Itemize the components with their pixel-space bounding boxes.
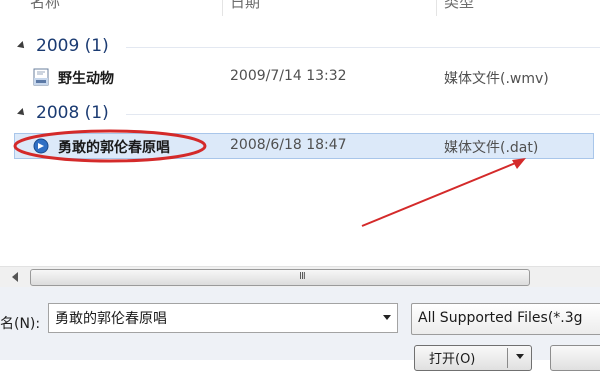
- column-header-name[interactable]: 名称: [30, 0, 60, 12]
- file-type-filter-label: All Supported Files(*.3g: [418, 310, 583, 326]
- file-type: 媒体文件(.wmv): [444, 71, 549, 87]
- file-type-filter[interactable]: All Supported Files(*.3g: [411, 303, 600, 335]
- file-date: 2008/6/18 18:47: [230, 137, 347, 153]
- chevron-down-icon[interactable]: [383, 315, 391, 320]
- chevron-down-icon[interactable]: [516, 354, 524, 359]
- media-file-icon: [33, 138, 49, 154]
- file-type: 媒体文件(.dat): [444, 140, 539, 156]
- filename-combobox[interactable]: [48, 303, 398, 333]
- wmv-file-icon: [33, 68, 49, 86]
- open-button[interactable]: 打开(O): [414, 345, 532, 371]
- group-label: 2009 (1): [36, 36, 109, 56]
- column-header-row: 名称 日期 类型: [0, 0, 600, 16]
- file-row-selected[interactable]: 勇敢的郭伦春原唱 2008/6/18 18:47 媒体文件(.dat): [0, 133, 600, 159]
- file-row[interactable]: 野生动物 2009/7/14 13:32 媒体文件(.wmv): [0, 64, 600, 90]
- column-header-date[interactable]: 日期: [230, 0, 260, 12]
- file-date: 2009/7/14 13:32: [230, 68, 347, 84]
- scrollbar-thumb[interactable]: III: [30, 269, 530, 286]
- open-button-label: 打开(O): [429, 352, 476, 367]
- filename-input[interactable]: [55, 308, 355, 328]
- horizontal-scrollbar[interactable]: III: [0, 266, 600, 288]
- file-name: 野生动物: [58, 71, 114, 87]
- column-header-type[interactable]: 类型: [444, 0, 474, 12]
- file-name: 勇敢的郭伦春原唱: [58, 140, 170, 156]
- collapse-triangle-icon[interactable]: [17, 108, 27, 118]
- annotation-arrow: [361, 161, 519, 227]
- cancel-button[interactable]: [550, 345, 600, 371]
- column-divider[interactable]: [222, 0, 223, 16]
- scroll-left-arrow-icon[interactable]: [12, 272, 18, 282]
- group-header-2008[interactable]: 2008 (1): [0, 102, 600, 126]
- split-divider: [507, 348, 508, 368]
- annotation-arrowhead: [512, 158, 526, 169]
- dialog-footer: 名(N): All Supported Files(*.3g 打开(O): [0, 287, 600, 371]
- column-divider[interactable]: [436, 0, 437, 16]
- group-divider: [126, 114, 600, 115]
- collapse-triangle-icon[interactable]: [17, 41, 27, 51]
- group-header-2009[interactable]: 2009 (1): [0, 35, 600, 59]
- filename-label: 名(N):: [0, 316, 41, 332]
- group-label: 2008 (1): [36, 103, 109, 123]
- scrollbar-grip: III: [299, 271, 306, 282]
- group-divider: [126, 47, 600, 48]
